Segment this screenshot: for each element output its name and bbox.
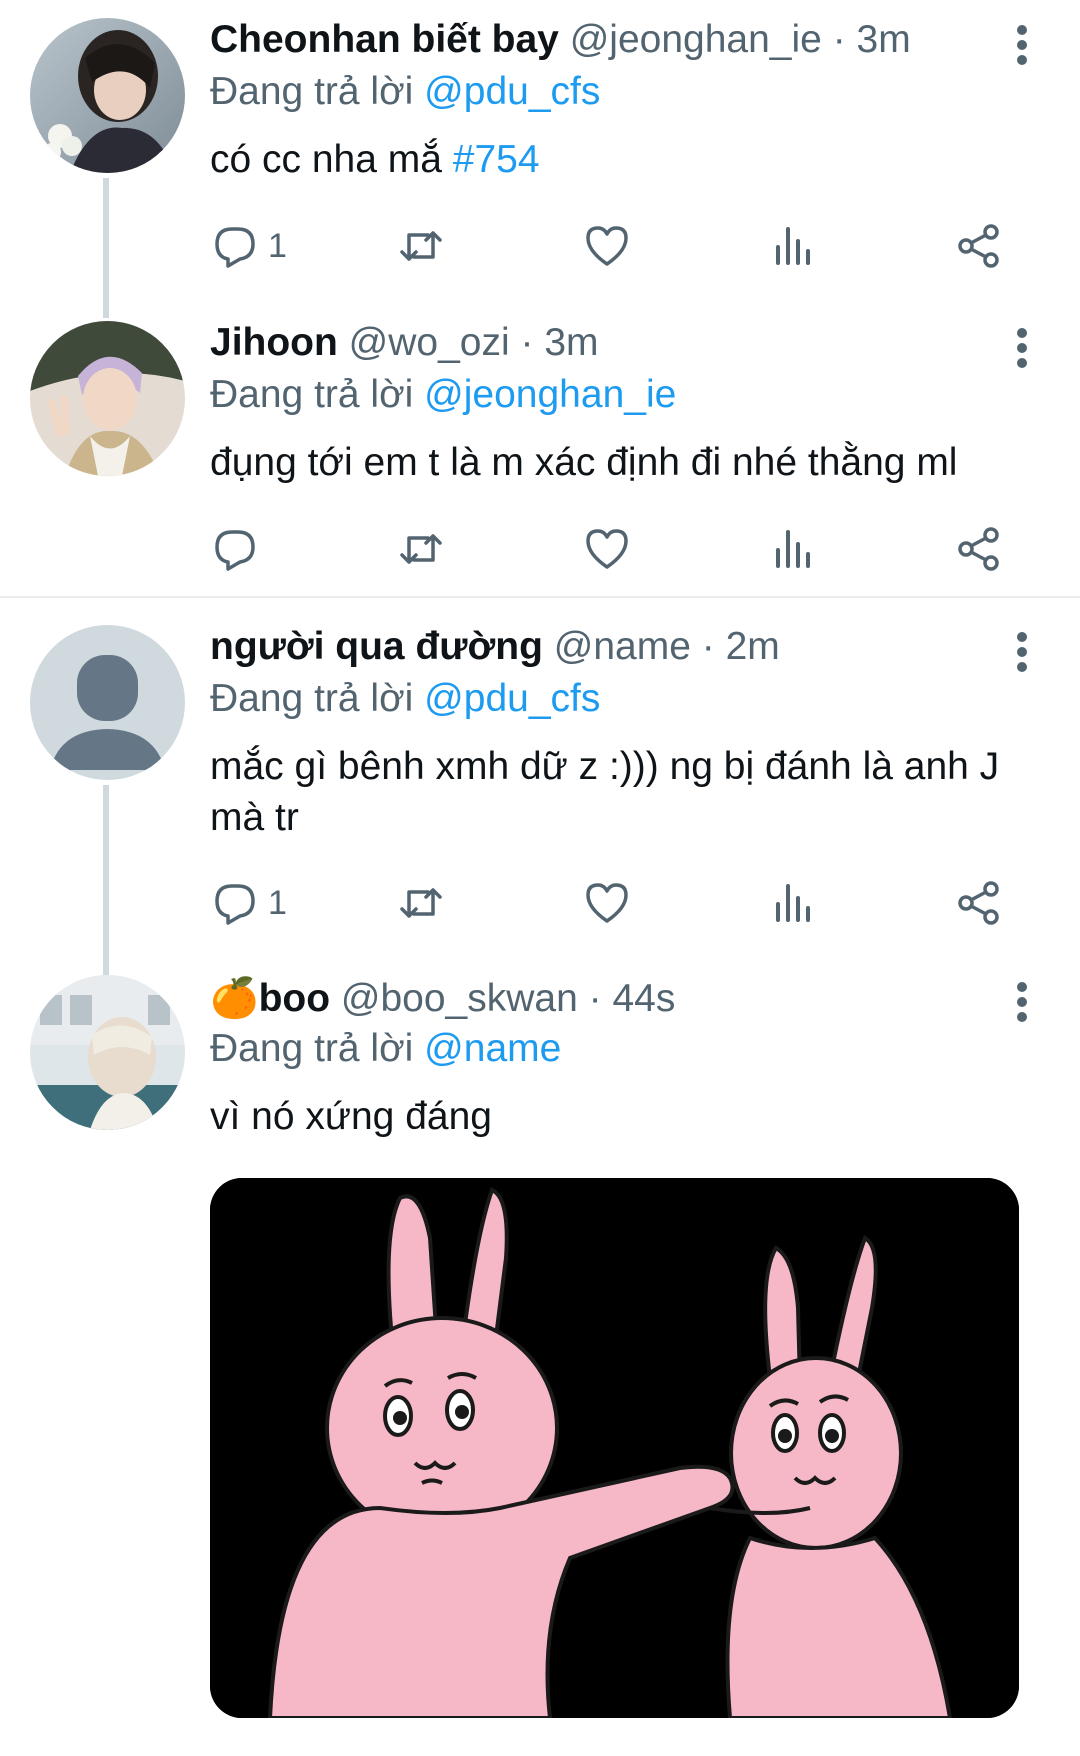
retweet-button[interactable] [398, 519, 444, 579]
tweet[interactable]: người qua đường @name · 2m Đang trả lời … [0, 607, 1080, 980]
reply-button[interactable] [212, 519, 268, 579]
reply-count: 1 [268, 226, 287, 265]
tweet[interactable]: Jihoon @wo_ozi · 3m Đang trả lời @jeongh… [0, 303, 1080, 593]
reply-icon [215, 884, 255, 925]
like-button[interactable] [584, 519, 630, 579]
tweet-text: vì nó xứng đáng [210, 1091, 1030, 1142]
views-chart-icon [776, 530, 810, 568]
views-chart-icon [776, 884, 810, 922]
heart-icon [586, 529, 628, 569]
separator-dot: · [701, 625, 715, 668]
share-button[interactable] [956, 873, 1002, 933]
handle[interactable]: @jeonghan_ie [570, 18, 822, 61]
display-name-emoji: 🍊 [210, 977, 259, 1020]
thread-divider [0, 596, 1080, 598]
avatar[interactable] [30, 321, 185, 476]
views-button[interactable] [770, 873, 816, 933]
thread-line [103, 178, 109, 318]
mention-link[interactable]: @jeonghan_ie [424, 373, 676, 416]
share-button[interactable] [956, 216, 1002, 276]
tweet-actions: 1 [210, 873, 1010, 933]
timestamp[interactable]: 3m [544, 321, 598, 364]
timeline: Cheonhan biết bay @jeonghan_ie · 3m Đang… [0, 0, 1080, 1756]
timestamp[interactable]: 44s [612, 977, 675, 1020]
more-vertical-icon[interactable] [1016, 327, 1028, 369]
display-name[interactable]: Cheonhan biết bay [210, 18, 559, 61]
avatar[interactable] [30, 18, 185, 173]
thread-line [103, 785, 109, 980]
tweet[interactable]: Cheonhan biết bay @jeonghan_ie · 3m Đang… [0, 0, 1080, 318]
mention-link[interactable]: @name [424, 1027, 561, 1070]
handle[interactable]: @wo_ozi [349, 321, 510, 364]
like-button[interactable] [584, 216, 630, 276]
replying-to: Đang trả lời @name [210, 1027, 561, 1071]
replying-to-label: Đang trả lời [210, 677, 414, 720]
retweet-icon [400, 888, 442, 918]
views-button[interactable] [770, 519, 816, 579]
avatar[interactable] [30, 975, 185, 1130]
reply-icon [215, 227, 255, 268]
share-button[interactable] [956, 519, 1002, 579]
tweet-text: đụng tới em t là m xác định đi nhé thằng… [210, 437, 1030, 488]
display-name[interactable]: Jihoon [210, 321, 338, 364]
replying-to-label: Đang trả lời [210, 70, 414, 113]
heart-icon [586, 226, 628, 266]
tweet-actions: 1 [210, 216, 1010, 276]
tweet-text-content: vì nó xứng đáng [210, 1095, 492, 1138]
handle[interactable]: @boo_skwan [341, 977, 578, 1020]
share-icon [958, 224, 999, 268]
display-name[interactable]: boo [259, 977, 330, 1020]
more-vertical-icon[interactable] [1016, 24, 1028, 66]
share-icon [958, 881, 999, 925]
replying-to-label: Đang trả lời [210, 373, 414, 416]
tweet-header: Jihoon @wo_ozi · 3m [210, 321, 599, 365]
mention-link[interactable]: @pdu_cfs [424, 70, 600, 113]
tweet-text: mắc gì bênh xmh dữ z :))) ng bị đánh là … [210, 741, 1030, 843]
more-vertical-icon[interactable] [1016, 981, 1028, 1023]
timestamp[interactable]: 3m [857, 18, 911, 61]
retweet-button[interactable] [398, 873, 444, 933]
tweet-text-content: có cc nha mắ [210, 138, 442, 181]
reply-count: 1 [268, 883, 287, 922]
like-button[interactable] [584, 873, 630, 933]
tweet-header: 🍊boo @boo_skwan · 44s [210, 975, 675, 1021]
retweet-button[interactable] [398, 216, 444, 276]
tweet-actions [210, 519, 1010, 579]
reply-button[interactable]: 1 [212, 216, 287, 276]
share-icon [958, 527, 999, 571]
tweet-text: có cc nha mắ #754 [210, 134, 1030, 185]
handle[interactable]: @name [554, 625, 691, 668]
replying-to-label: Đang trả lời [210, 1027, 414, 1070]
tweet-text-content: mắc gì bênh xmh dữ z :))) ng bị đánh là … [210, 745, 1000, 839]
views-button[interactable] [770, 216, 816, 276]
views-chart-icon [776, 227, 810, 265]
heart-icon [586, 883, 628, 923]
reply-icon [215, 530, 255, 571]
tweet-media-image[interactable] [210, 1178, 1019, 1718]
more-vertical-icon[interactable] [1016, 631, 1028, 673]
tweet-header: Cheonhan biết bay @jeonghan_ie · 3m [210, 18, 911, 62]
tweet-text-content: đụng tới em t là m xác định đi nhé thằng… [210, 441, 958, 484]
retweet-icon [400, 534, 442, 564]
display-name[interactable]: người qua đường [210, 625, 543, 668]
separator-dot: · [588, 977, 602, 1020]
separator-dot: · [832, 18, 846, 61]
default-avatar[interactable] [30, 625, 185, 780]
tweet-header: người qua đường @name · 2m [210, 625, 780, 669]
retweet-icon [400, 231, 442, 261]
separator-dot: · [520, 321, 534, 364]
replying-to: Đang trả lời @pdu_cfs [210, 70, 600, 114]
hashtag-link[interactable]: #754 [453, 138, 540, 181]
reply-button[interactable]: 1 [212, 873, 287, 933]
timestamp[interactable]: 2m [726, 625, 780, 668]
mention-link[interactable]: @pdu_cfs [424, 677, 600, 720]
replying-to: Đang trả lời @jeonghan_ie [210, 373, 676, 417]
replying-to: Đang trả lời @pdu_cfs [210, 677, 600, 721]
